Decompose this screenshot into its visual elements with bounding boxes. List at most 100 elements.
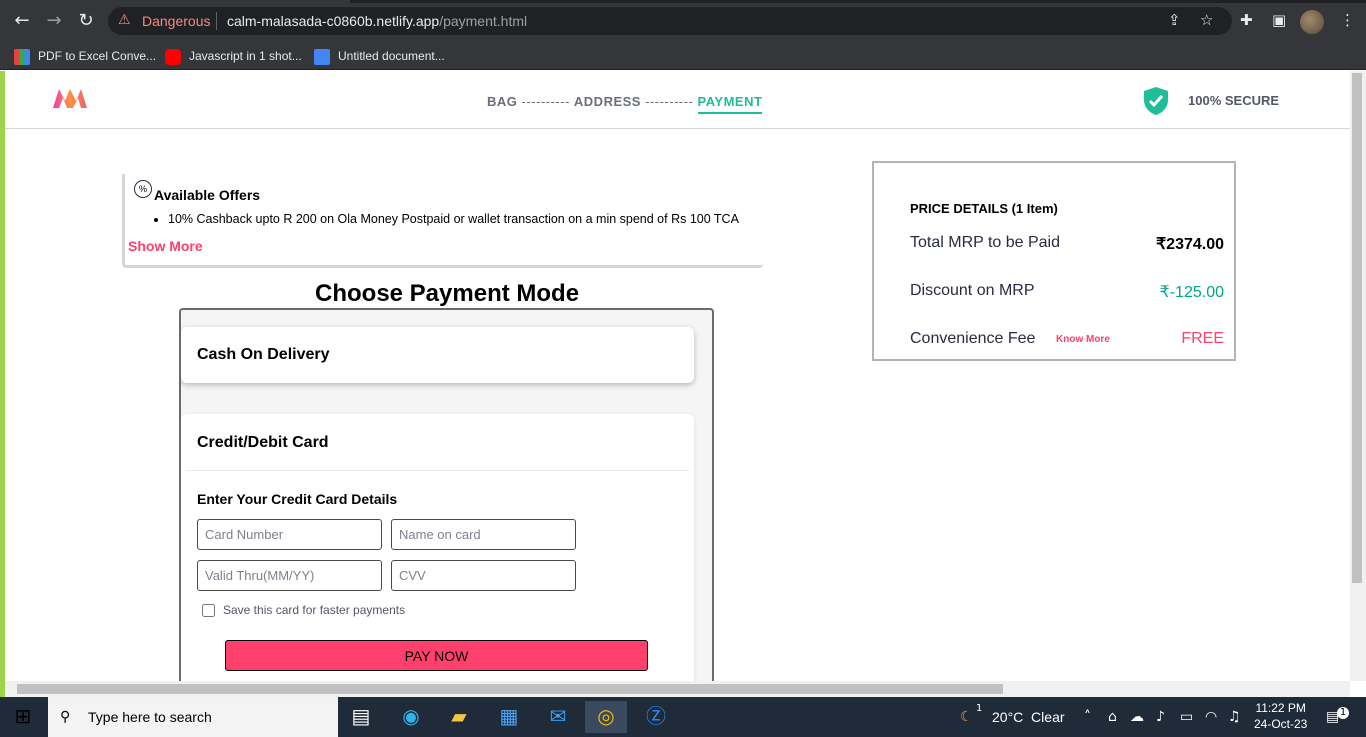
fee-label: Convenience Fee [910, 330, 1036, 347]
bookmark-label: Javascript in 1 shot... [189, 49, 302, 63]
chrome-icon[interactable]: ◎ [585, 701, 627, 733]
url-path: /payment.html [439, 13, 528, 29]
browser-toolbar: ← → ↻ ⚠ Dangerous calm-malasada-c0860b.n… [0, 0, 1366, 42]
microphone-icon[interactable]: ♪ [1156, 697, 1165, 737]
zoom-icon[interactable]: Ⓩ [635, 701, 677, 733]
price-details-box: PRICE DETAILS (1 Item) Total MRP to be P… [872, 161, 1236, 361]
myntra-logo-icon[interactable] [51, 87, 89, 109]
cvv-input[interactable] [391, 560, 576, 591]
edge-icon[interactable]: ◉ [390, 701, 432, 733]
cod-label: Cash On Delivery [197, 346, 330, 363]
bookmark-javascript[interactable]: Javascript in 1 shot... [165, 46, 302, 66]
list-item: 10% Cashback upto R 200 on Ola Money Pos… [168, 212, 739, 226]
card-option-label[interactable]: Credit/Debit Card [197, 434, 329, 452]
clock-date: 24-Oct-23 [1254, 717, 1308, 731]
total-mrp-label: Total MRP to be Paid [910, 234, 1061, 251]
search-icon: ⚲ [60, 709, 71, 725]
save-card-checkbox[interactable] [202, 604, 215, 618]
clock-time: 11:22 PM [1255, 701, 1306, 715]
discount-badge-icon: % [134, 180, 152, 198]
page-viewport: BAG ---------- ADDRESS ---------- PAYMEN… [5, 71, 1350, 681]
offers-box: % Available Offers 10% Cashback upto R 2… [122, 174, 763, 268]
name-on-card-input[interactable] [391, 519, 576, 550]
wifi-icon[interactable]: ◠ [1205, 697, 1217, 737]
card-details-title: Enter Your Credit Card Details [197, 491, 398, 507]
cash-on-delivery-option[interactable]: Cash On Delivery [181, 327, 694, 383]
bookmarks-bar: PDF to Excel Conve... Javascript in 1 sh… [0, 42, 1366, 70]
chevron-up-icon[interactable]: ˄ [1084, 697, 1091, 737]
search-placeholder: Type here to search [88, 709, 212, 725]
volume-icon[interactable]: ♫ [1228, 697, 1241, 737]
total-mrp-row: Total MRP to be Paid ₹2374.00 [910, 234, 1224, 253]
share-icon[interactable]: ⇪ [1168, 11, 1181, 29]
payment-mode-title: Choose Payment Mode [315, 280, 580, 307]
task-view-icon[interactable]: ▤ [340, 701, 382, 733]
vertical-scrollbar[interactable] [1350, 71, 1366, 681]
horizontal-scrollbar[interactable] [5, 681, 1350, 697]
extensions-icon[interactable]: ✚ [1240, 11, 1253, 29]
profile-avatar[interactable] [1300, 10, 1324, 34]
side-panel-icon[interactable]: ▣ [1272, 11, 1286, 29]
file-explorer-icon[interactable]: ▰ [438, 701, 480, 733]
meet-now-icon[interactable]: ⌂ [1108, 697, 1117, 737]
weather-icon[interactable]: ☾ [960, 697, 973, 737]
security-label[interactable]: Dangerous [142, 13, 211, 29]
discount-label: Discount on MRP [910, 282, 1035, 299]
total-mrp-value: ₹2374.00 [1155, 236, 1224, 253]
divider [186, 470, 689, 471]
checkout-steps: BAG ---------- ADDRESS ---------- PAYMEN… [487, 94, 763, 114]
discount-row: Discount on MRP ₹-125.00 [910, 282, 1224, 301]
step-payment[interactable]: PAYMENT [697, 94, 763, 114]
notifications-icon[interactable]: ▤ [1326, 697, 1339, 737]
step-bag[interactable]: BAG [487, 94, 517, 109]
back-icon[interactable]: ← [10, 9, 34, 33]
url-text[interactable]: calm-malasada-c0860b.netlify.app/payment… [227, 13, 527, 29]
weather-text[interactable]: 20°C Clear [992, 697, 1065, 737]
know-more-link[interactable]: Know More [1056, 334, 1110, 345]
onedrive-icon[interactable]: ☁ [1130, 697, 1144, 737]
site-header: BAG ---------- ADDRESS ---------- PAYMEN… [5, 71, 1350, 129]
save-card-label: Save this card for faster payments [223, 603, 406, 617]
url-separator [216, 12, 217, 30]
payment-options-panel: Cash On Delivery Credit/Debit Card Enter… [179, 308, 714, 681]
bookmark-label: PDF to Excel Conve... [38, 49, 157, 63]
youtube-icon [165, 48, 181, 65]
card-number-input[interactable] [197, 519, 382, 550]
convenience-fee-row: Convenience Fee Know More FREE [910, 330, 1224, 348]
windows-taskbar: ⊞ ⚲ Type here to search ▤ ◉ ▰ ▦ ✉ ◎ Ⓩ ☾ … [0, 697, 1366, 737]
valid-thru-input[interactable] [197, 560, 382, 591]
windows-start-icon[interactable]: ⊞ [2, 701, 44, 733]
scrollbar-thumb[interactable] [17, 684, 1003, 694]
card-payment-option: Credit/Debit Card Enter Your Credit Card… [181, 414, 694, 681]
bookmark-star-icon[interactable]: ☆ [1200, 11, 1213, 29]
offers-title: Available Offers [154, 187, 261, 203]
secure-label: 100% SECURE [1188, 93, 1280, 108]
battery-icon[interactable]: ▭ [1180, 697, 1193, 737]
google-docs-icon [314, 48, 330, 65]
store-icon[interactable]: ▦ [488, 701, 530, 733]
scrollbar-thumb[interactable] [1352, 73, 1362, 583]
notification-count: 1 [1337, 707, 1349, 719]
url-host: calm-malasada-c0860b.netlify.app [227, 13, 440, 29]
reload-icon[interactable]: ↻ [74, 9, 98, 33]
price-details-title: PRICE DETAILS (1 Item) [910, 201, 1058, 216]
taskbar-search[interactable]: ⚲ Type here to search [48, 697, 338, 737]
pay-now-button[interactable]: PAY NOW [225, 640, 648, 671]
show-more-link[interactable]: Show More [128, 238, 203, 254]
step-separator: ---------- [640, 94, 698, 109]
bookmark-untitled-doc[interactable]: Untitled document... [314, 46, 445, 66]
taskbar-clock[interactable]: 11:22 PM 24-Oct-23 [1254, 700, 1307, 732]
bookmark-pdf-to-excel[interactable]: PDF to Excel Conve... [14, 46, 156, 66]
offers-list: 10% Cashback upto R 200 on Ola Money Pos… [149, 212, 739, 226]
warning-icon[interactable]: ⚠ [118, 12, 134, 28]
forward-icon[interactable]: → [42, 9, 66, 33]
mail-icon[interactable]: ✉ [537, 701, 579, 733]
step-separator: ---------- [517, 94, 574, 109]
menu-dots-icon[interactable]: ⋮ [1340, 11, 1355, 29]
save-card-row[interactable]: Save this card for faster payments [202, 603, 406, 618]
step-address[interactable]: ADDRESS [574, 94, 641, 109]
discount-value: ₹-125.00 [1159, 284, 1224, 301]
weather-badge: 1 [976, 703, 983, 714]
shield-check-icon [1144, 87, 1168, 115]
bookmark-label: Untitled document... [338, 49, 445, 63]
